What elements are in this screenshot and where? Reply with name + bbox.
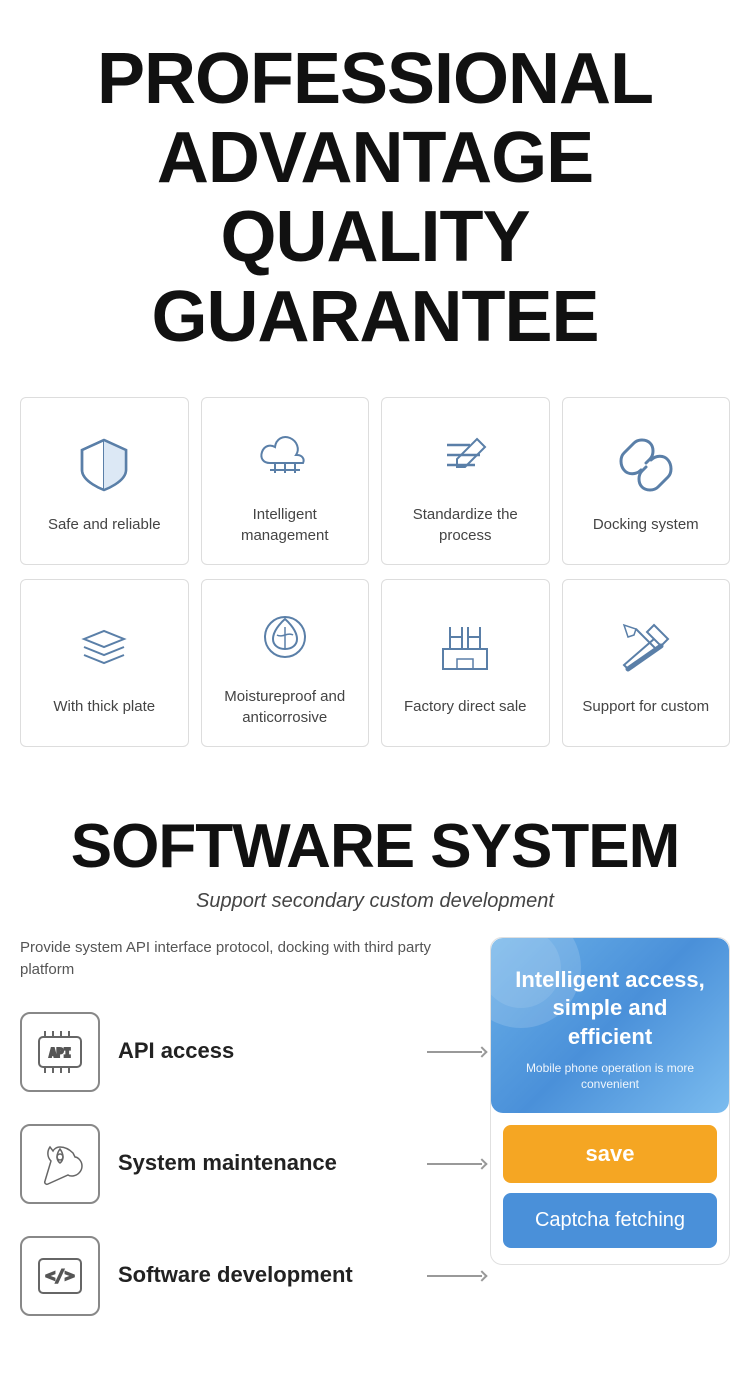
software-item-development: </> Software development: [20, 1236, 470, 1316]
software-subtitle: Support secondary custom development: [20, 890, 730, 913]
software-development-label: Software development: [118, 1261, 353, 1290]
features-section: Safe and reliable Intelligent management: [0, 387, 750, 781]
feature-intelligent-management-label: Intelligent management: [210, 504, 361, 546]
svg-text:</>: </>: [46, 1266, 75, 1285]
main-title: PROFESSIONAL ADVANTAGE QUALITY GUARANTEE: [20, 40, 730, 357]
feature-support-custom: Support for custom: [562, 579, 731, 747]
panel-wrapper: Intelligent access, simple and efficient…: [490, 937, 730, 1265]
save-button[interactable]: save: [503, 1125, 717, 1183]
feature-support-custom-label: Support for custom: [582, 696, 709, 717]
link-icon: [611, 430, 681, 500]
factory-icon: [430, 612, 500, 682]
feature-safe-reliable: Safe and reliable: [20, 397, 189, 565]
header-section: PROFESSIONAL ADVANTAGE QUALITY GUARANTEE: [0, 0, 750, 387]
software-body: Provide system API interface protocol, d…: [20, 937, 730, 1348]
software-left: Provide system API interface protocol, d…: [20, 937, 470, 1348]
feature-moistureproof-label: Moistureproof and anticorrosive: [210, 686, 361, 728]
software-description: Provide system API interface protocol, d…: [20, 937, 470, 982]
system-maintenance-label: System maintenance: [118, 1149, 337, 1178]
feature-thick-plate-label: With thick plate: [53, 696, 155, 717]
features-row-1: Safe and reliable Intelligent management: [20, 397, 730, 565]
software-item-api: API API access: [20, 1012, 470, 1092]
feature-docking-system: Docking system: [562, 397, 731, 565]
feature-standardize-process-label: Standardize the process: [390, 504, 541, 546]
feature-thick-plate: With thick plate: [20, 579, 189, 747]
software-title: SOFTWARE SYSTEM: [20, 811, 730, 882]
phone-card: Intelligent access, simple and efficient…: [491, 938, 729, 1113]
api-access-label: API access: [118, 1037, 234, 1066]
feature-factory-direct: Factory direct sale: [381, 579, 550, 747]
feature-moistureproof: Moistureproof and anticorrosive: [201, 579, 370, 747]
software-right-panel: Intelligent access, simple and efficient…: [490, 937, 730, 1265]
panel-subtitle: Mobile phone operation is more convenien…: [511, 1060, 709, 1094]
cloud-settings-icon: [250, 420, 320, 490]
svg-text:API: API: [49, 1046, 71, 1060]
captcha-button[interactable]: Captcha fetching: [503, 1193, 717, 1248]
features-row-2: With thick plate Moistureproof and antic…: [20, 579, 730, 747]
feature-safe-reliable-label: Safe and reliable: [48, 514, 161, 535]
software-item-maintenance: System maintenance: [20, 1124, 470, 1204]
tools-icon: [611, 612, 681, 682]
layers-icon: [69, 612, 139, 682]
feature-factory-direct-label: Factory direct sale: [404, 696, 527, 717]
feature-intelligent-management: Intelligent management: [201, 397, 370, 565]
wrench-drop-icon: [20, 1124, 100, 1204]
api-icon: API: [20, 1012, 100, 1092]
feature-docking-system-label: Docking system: [593, 514, 699, 535]
software-section: SOFTWARE SYSTEM Support secondary custom…: [0, 781, 750, 1368]
feature-standardize-process: Standardize the process: [381, 397, 550, 565]
code-icon: </>: [20, 1236, 100, 1316]
leaf-shield-icon: [250, 602, 320, 672]
pencil-lines-icon: [430, 420, 500, 490]
shield-icon: [69, 430, 139, 500]
